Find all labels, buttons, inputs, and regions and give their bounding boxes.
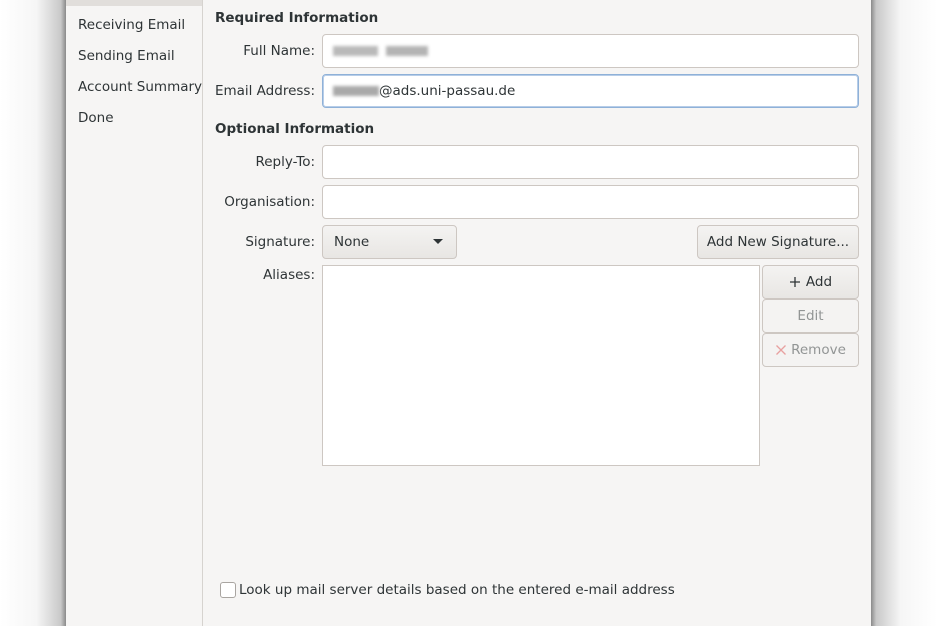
email-address-label: Email Address:	[214, 83, 315, 99]
sidebar-item-done[interactable]: Done	[78, 110, 114, 126]
account-assistant-window: Receiving Email Sending Email Account Su…	[66, 0, 871, 626]
optional-information-heading: Optional Information	[215, 121, 375, 137]
reply-to-field[interactable]	[322, 145, 859, 179]
assistant-sidebar: Receiving Email Sending Email Account Su…	[66, 0, 203, 626]
add-alias-label: Add	[805, 274, 833, 290]
redacted-text-icon	[333, 46, 378, 56]
lookup-server-label[interactable]: Look up mail server details based on the…	[239, 582, 675, 598]
sidebar-item-receiving-email[interactable]: Receiving Email	[78, 17, 185, 33]
aliases-label: Aliases:	[263, 267, 315, 283]
sidebar-item-identity-selected[interactable]	[66, 0, 202, 6]
identity-page: Required Information Full Name: Email Ad…	[203, 0, 871, 626]
window-shadow-right	[871, 0, 937, 626]
window-shadow-left	[0, 0, 66, 626]
email-address-field[interactable]: @ads.uni-passau.de	[322, 74, 859, 108]
required-information-heading: Required Information	[215, 10, 379, 26]
sidebar-item-sending-email[interactable]: Sending Email	[78, 48, 175, 64]
full-name-field[interactable]	[322, 34, 859, 68]
remove-alias-label: Remove	[791, 342, 846, 358]
organisation-field[interactable]	[322, 185, 859, 219]
chevron-down-icon	[433, 239, 443, 244]
signature-selected-value: None	[334, 234, 370, 250]
edit-alias-button[interactable]: Edit	[762, 299, 859, 333]
email-address-value: @ads.uni-passau.de	[379, 83, 516, 99]
plus-icon	[789, 277, 800, 287]
add-alias-button[interactable]: Add	[762, 265, 859, 299]
remove-alias-button[interactable]: Remove	[762, 333, 859, 367]
signature-dropdown[interactable]: None	[322, 225, 457, 259]
sidebar-item-account-summary[interactable]: Account Summary	[78, 79, 202, 95]
reply-to-label: Reply-To:	[255, 154, 315, 170]
redacted-text-icon	[386, 46, 428, 56]
redacted-text-icon	[333, 86, 379, 96]
signature-label: Signature:	[245, 234, 315, 250]
full-name-label: Full Name:	[243, 43, 315, 59]
add-new-signature-button[interactable]: Add New Signature...	[697, 225, 859, 259]
lookup-server-checkbox[interactable]	[220, 582, 236, 598]
organisation-label: Organisation:	[224, 194, 315, 210]
aliases-list[interactable]	[322, 265, 760, 466]
close-icon	[776, 345, 787, 355]
